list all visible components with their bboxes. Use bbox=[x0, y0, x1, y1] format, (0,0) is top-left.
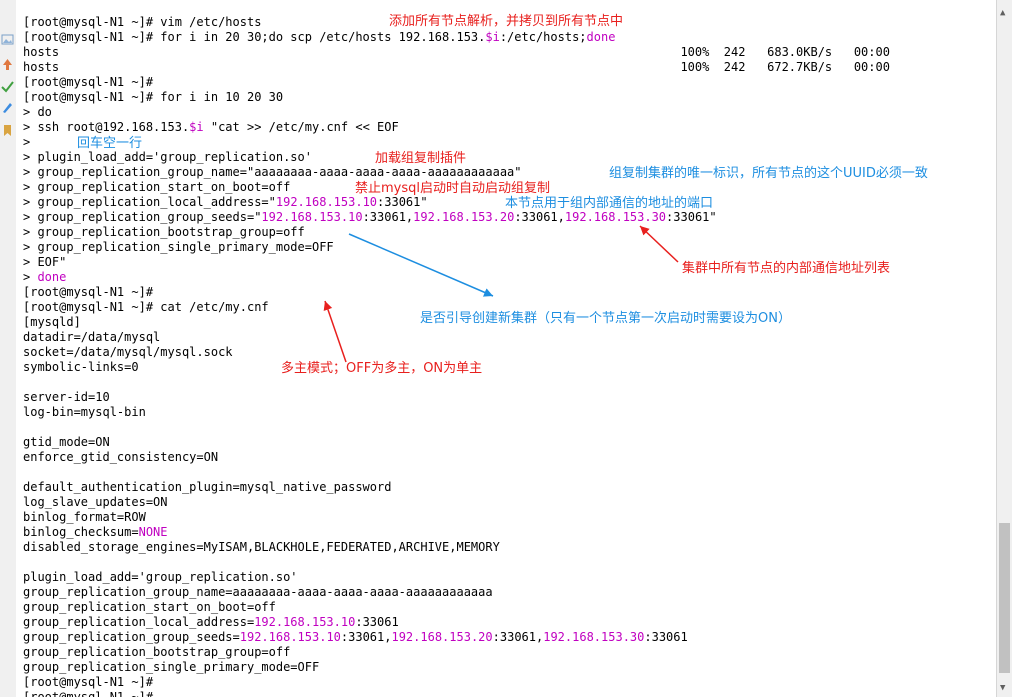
primary-mode-arrow bbox=[323, 300, 347, 363]
annotation-bootstrap: 是否引导创建新集群（只有一个节点第一次启动时需要设为ON） bbox=[420, 311, 791, 326]
annotation-primary-mode: 多主模式；OFF为多主，ON为单主 bbox=[281, 361, 483, 376]
annotation-local-address: 本节点用于组内部通信的地址的端口 bbox=[505, 196, 714, 211]
annotation-group-uuid: 组复制集群的唯一标识，所有节点的这个UUID必须一致 bbox=[609, 166, 928, 181]
annotation-hosts-sync: 添加所有节点解析，并拷贝到所有节点中 bbox=[389, 14, 624, 29]
annotation-group-seeds: 集群中所有节点的内部通信地址列表 bbox=[682, 261, 891, 276]
seeds-arrow bbox=[639, 225, 679, 263]
annotation-arrows bbox=[323, 225, 679, 363]
annotation-blank-line: 回车空一行 bbox=[77, 136, 143, 151]
bootstrap-arrow bbox=[348, 233, 494, 297]
annotation-load-plugin: 加载组复制插件 bbox=[375, 151, 467, 166]
annotation-start-on-boot: 禁止mysql启动时自动启动组复制 bbox=[355, 181, 550, 196]
